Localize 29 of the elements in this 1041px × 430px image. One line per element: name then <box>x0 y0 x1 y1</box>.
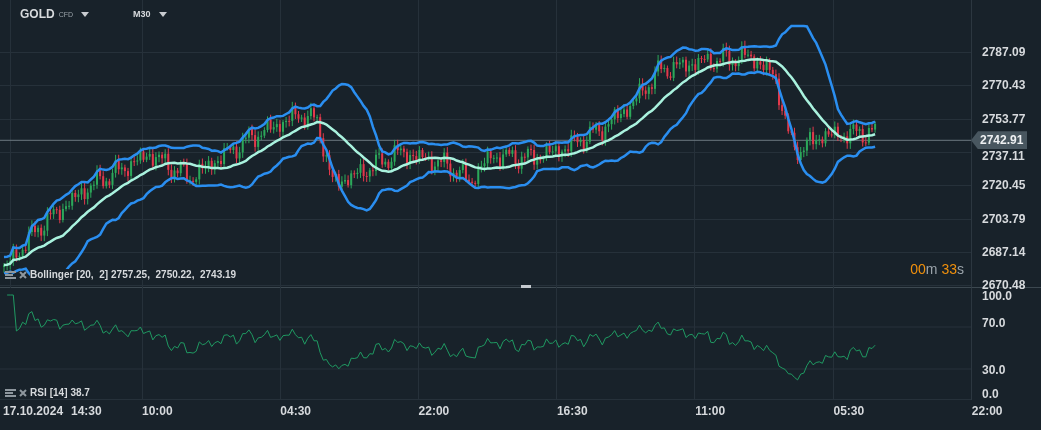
rsi-axis-label: 70.0 <box>982 316 1006 330</box>
time-axis-label: 10:00 <box>142 404 173 418</box>
time-axis-label: 22:00 <box>971 404 1003 418</box>
timeframe-dropdown[interactable]: M30 <box>133 9 167 19</box>
time-axis-label: 05:30 <box>833 404 865 418</box>
price-axis-label: 2720.45 <box>982 178 1026 193</box>
indicator-values: 38.7 <box>70 387 90 398</box>
time-axis-label: 16:30 <box>556 404 588 418</box>
indicator-params: [20, 2] <box>76 269 109 280</box>
indicator-name: RSI <box>30 387 47 398</box>
price-axis-label: 2737.11 <box>982 148 1025 163</box>
rsi-axis-label: 0.0 <box>982 387 999 401</box>
current-price-badge: 2742.91 <box>971 131 1028 150</box>
time-axis-label: 14:30 <box>71 404 102 418</box>
rsi-axis-label: 30.0 <box>982 363 1006 377</box>
price-axis-label: 2770.43 <box>982 78 1026 93</box>
rsi-axis-label: 100.0 <box>982 289 1013 303</box>
indicator-values: 2757.25, 2750.22, 2743.19 <box>111 269 237 280</box>
price-axis-label: 2787.09 <box>982 45 1026 59</box>
indicator-name: Bollinger <box>30 269 74 280</box>
price-axis-label: 2703.79 <box>982 211 1026 226</box>
price-axis-label: 2753.77 <box>982 111 1026 126</box>
countdown-timer: 00m 33s <box>910 261 964 277</box>
time-axis-label: 11:00 <box>695 404 726 418</box>
time-axis-label: 04:30 <box>280 404 311 418</box>
time-axis-label: 22:00 <box>418 404 450 418</box>
time-axis-label: 17.10.2024 <box>3 404 64 418</box>
indicator-params: [14] <box>49 387 68 398</box>
price-axis-label: 2687.14 <box>982 244 1026 259</box>
